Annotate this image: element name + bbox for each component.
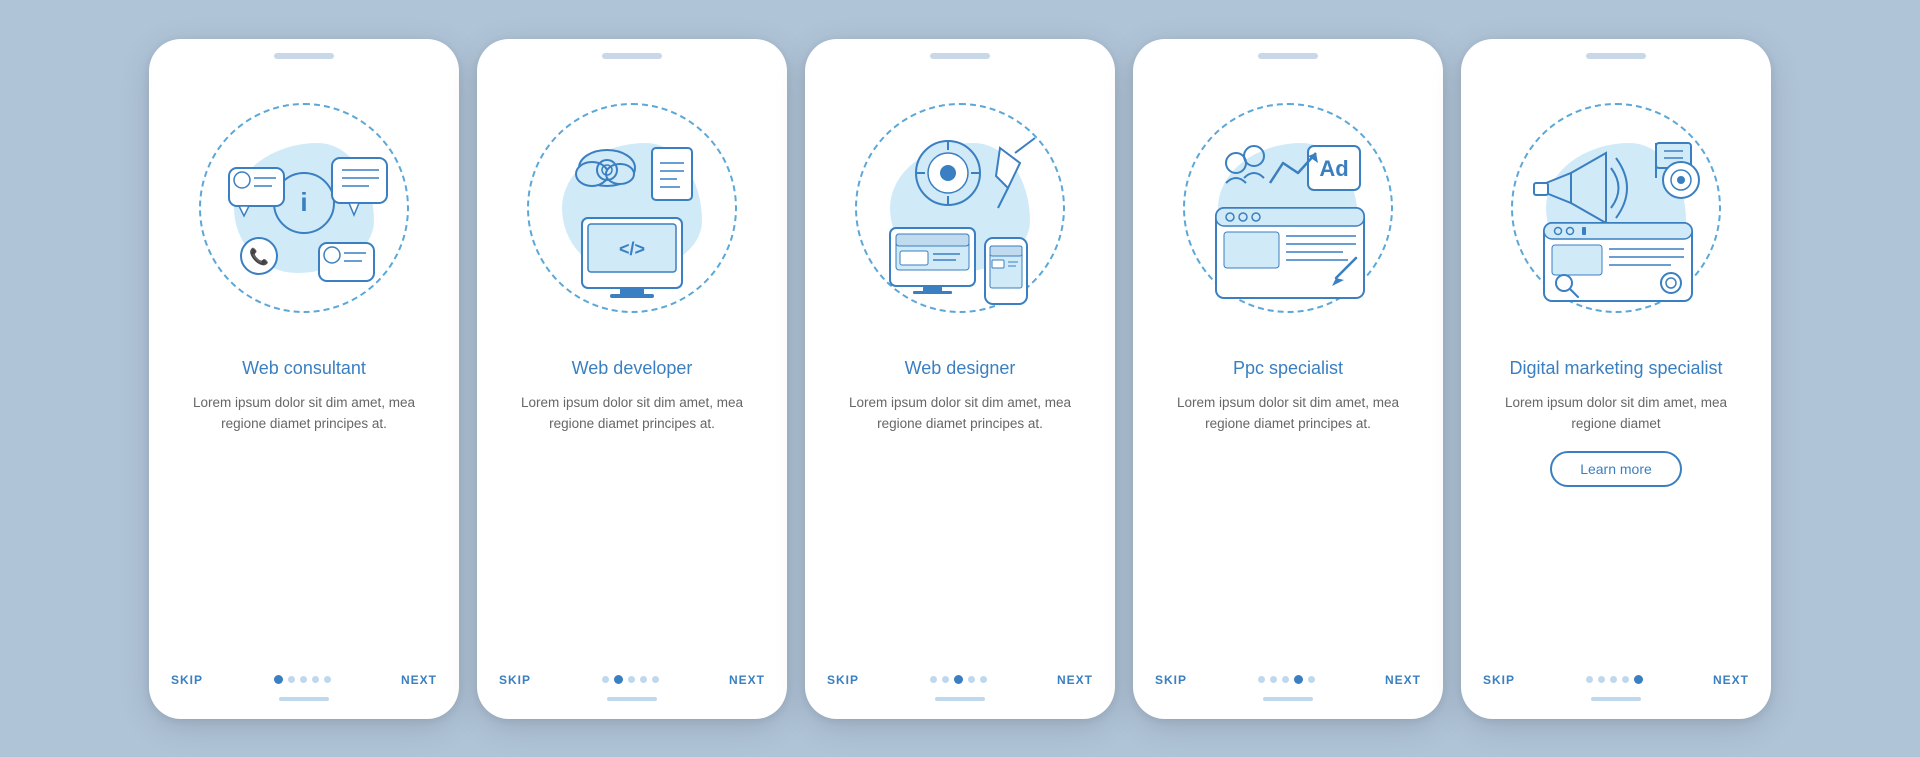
phone-notch-2 — [602, 53, 662, 59]
dots-row-4 — [1258, 675, 1315, 684]
card-desc-3: Lorem ipsum dolor sit dim amet, mea regi… — [827, 392, 1093, 435]
illustration-web-developer: </> — [532, 108, 732, 308]
phone-notch-5 — [1586, 53, 1646, 59]
illustration-area-5 — [1461, 63, 1771, 353]
phone-top-bar-5 — [1461, 39, 1771, 59]
learn-more-button[interactable]: Learn more — [1550, 451, 1682, 487]
dot-2-0 — [602, 676, 609, 683]
dot-2-3 — [640, 676, 647, 683]
card-body-5: Digital marketing specialist Lorem ipsum… — [1461, 353, 1771, 673]
dots-row-1 — [274, 675, 331, 684]
skip-button-2[interactable]: SKIP — [499, 673, 531, 687]
dots-row-3 — [930, 675, 987, 684]
card-nav-1: SKIP NEXT — [149, 673, 459, 687]
scroll-indicator-1 — [279, 697, 329, 701]
card-title-5: Digital marketing specialist — [1509, 357, 1722, 380]
next-button-5[interactable]: NEXT — [1713, 673, 1749, 687]
card-desc-4: Lorem ipsum dolor sit dim amet, mea regi… — [1155, 392, 1421, 435]
svg-text:i: i — [300, 187, 307, 217]
cards-container: i 📞 — [109, 9, 1811, 749]
next-button-1[interactable]: NEXT — [401, 673, 437, 687]
dot-5-4 — [1634, 675, 1643, 684]
dot-1-3 — [312, 676, 319, 683]
skip-button-4[interactable]: SKIP — [1155, 673, 1187, 687]
illustration-ppc-specialist: Ad — [1188, 108, 1388, 308]
scroll-indicator-4 — [1263, 697, 1313, 701]
phone-notch-3 — [930, 53, 990, 59]
scroll-indicator-3 — [935, 697, 985, 701]
card-title-3: Web designer — [905, 357, 1016, 380]
dot-1-4 — [324, 676, 331, 683]
phone-top-bar-3 — [805, 39, 1115, 59]
phone-top-bar-4 — [1133, 39, 1443, 59]
illustration-digital-marketing — [1516, 108, 1716, 308]
illustration-area-4: Ad — [1133, 63, 1443, 353]
dot-5-0 — [1586, 676, 1593, 683]
illustration-area-1: i 📞 — [149, 63, 459, 353]
card-body-4: Ppc specialist Lorem ipsum dolor sit dim… — [1133, 353, 1443, 673]
dot-2-4 — [652, 676, 659, 683]
card-nav-5: SKIP NEXT — [1461, 673, 1771, 687]
phone-notch-4 — [1258, 53, 1318, 59]
phone-top-bar — [149, 39, 459, 59]
dot-5-3 — [1622, 676, 1629, 683]
card-desc-1: Lorem ipsum dolor sit dim amet, mea regi… — [171, 392, 437, 435]
illustration-web-consultant: i 📞 — [204, 108, 404, 308]
dot-3-2 — [954, 675, 963, 684]
dot-1-0 — [274, 675, 283, 684]
dot-3-4 — [980, 676, 987, 683]
next-button-4[interactable]: NEXT — [1385, 673, 1421, 687]
dot-3-1 — [942, 676, 949, 683]
illustration-area-2: </> — [477, 63, 787, 353]
dot-4-0 — [1258, 676, 1265, 683]
svg-text:</>: </> — [619, 239, 645, 259]
card-desc-2: Lorem ipsum dolor sit dim amet, mea regi… — [499, 392, 765, 435]
illustration-web-designer — [860, 108, 1060, 308]
dot-1-2 — [300, 676, 307, 683]
dot-4-4 — [1308, 676, 1315, 683]
skip-button-1[interactable]: SKIP — [171, 673, 203, 687]
card-body-3: Web designer Lorem ipsum dolor sit dim a… — [805, 353, 1115, 673]
card-nav-2: SKIP NEXT — [477, 673, 787, 687]
dot-2-1 — [614, 675, 623, 684]
phone-card-web-consultant: i 📞 — [149, 39, 459, 719]
card-desc-5: Lorem ipsum dolor sit dim amet, mea regi… — [1483, 392, 1749, 435]
card-nav-4: SKIP NEXT — [1133, 673, 1443, 687]
illustration-area-3 — [805, 63, 1115, 353]
card-nav-3: SKIP NEXT — [805, 673, 1115, 687]
scroll-indicator-2 — [607, 697, 657, 701]
scroll-indicator-5 — [1591, 697, 1641, 701]
dot-5-1 — [1598, 676, 1605, 683]
dot-4-1 — [1270, 676, 1277, 683]
skip-button-3[interactable]: SKIP — [827, 673, 859, 687]
dot-1-1 — [288, 676, 295, 683]
card-title-1: Web consultant — [242, 357, 366, 380]
phone-card-digital-marketing: Digital marketing specialist Lorem ipsum… — [1461, 39, 1771, 719]
card-body-1: Web consultant Lorem ipsum dolor sit dim… — [149, 353, 459, 673]
dots-row-5 — [1586, 675, 1643, 684]
dots-row-2 — [602, 675, 659, 684]
next-button-2[interactable]: NEXT — [729, 673, 765, 687]
card-title-4: Ppc specialist — [1233, 357, 1343, 380]
dot-5-2 — [1610, 676, 1617, 683]
dot-4-2 — [1282, 676, 1289, 683]
phone-card-web-developer: </> Web developer Lorem ips — [477, 39, 787, 719]
dot-2-2 — [628, 676, 635, 683]
svg-text:📞: 📞 — [249, 246, 269, 266]
phone-card-web-designer: Web designer Lorem ipsum dolor sit dim a… — [805, 39, 1115, 719]
card-body-2: Web developer Lorem ipsum dolor sit dim … — [477, 353, 787, 673]
next-button-3[interactable]: NEXT — [1057, 673, 1093, 687]
phone-top-bar-2 — [477, 39, 787, 59]
phone-notch — [274, 53, 334, 59]
svg-text:Ad: Ad — [1319, 156, 1348, 181]
dot-4-3 — [1294, 675, 1303, 684]
dot-3-0 — [930, 676, 937, 683]
skip-button-5[interactable]: SKIP — [1483, 673, 1515, 687]
dot-3-3 — [968, 676, 975, 683]
card-title-2: Web developer — [572, 357, 693, 380]
phone-card-ppc-specialist: Ad — [1133, 39, 1443, 719]
